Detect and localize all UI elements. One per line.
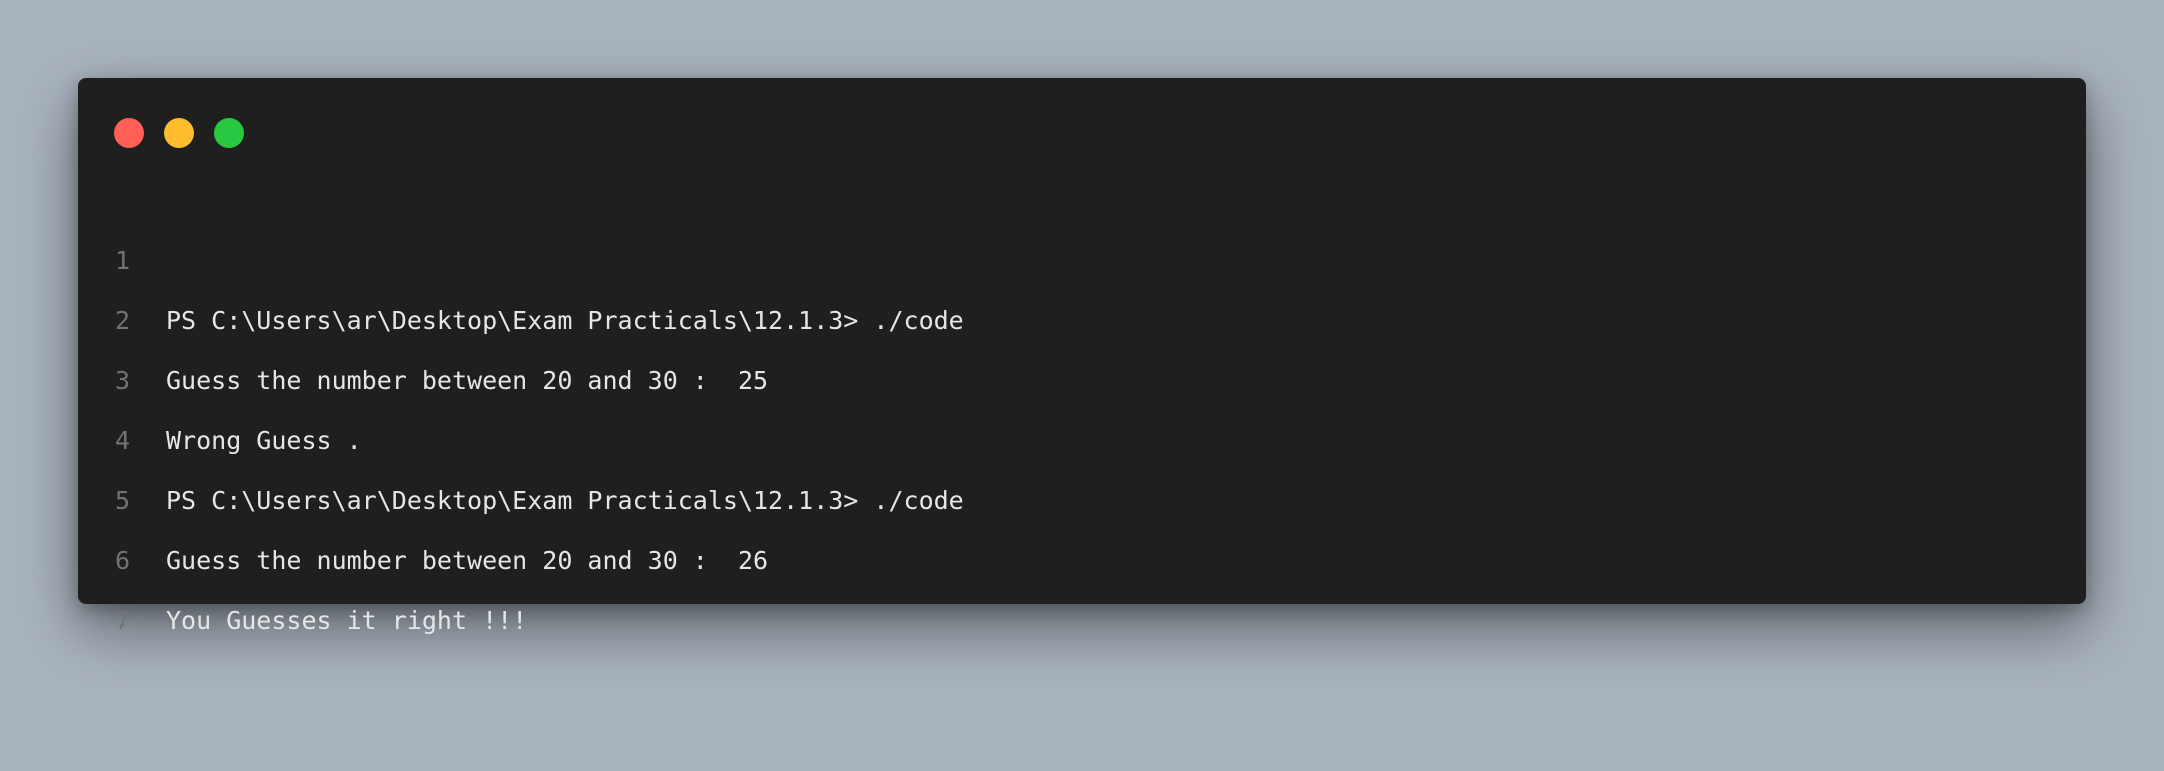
line-number: 7 <box>114 606 130 635</box>
code-line: 6 You Guesses it right !!! <box>78 471 2086 635</box>
code-line: 4 PS C:\Users\ar\Desktop\Exam Practicals… <box>78 351 2086 515</box>
code-line: 7 <box>78 531 2086 635</box>
line-text: You Guesses it right !!! <box>166 606 528 635</box>
code-line: 1 PS C:\Users\ar\Desktop\Exam Practicals… <box>78 171 2086 335</box>
window-controls <box>114 118 244 148</box>
code-line: 5 Guess the number between 20 and 30 : 2… <box>78 411 2086 575</box>
code-line: 3 Wrong Guess . <box>78 291 2086 455</box>
maximize-dot-icon[interactable] <box>214 118 244 148</box>
minimize-dot-icon[interactable] <box>164 118 194 148</box>
code-block: 1 PS C:\Users\ar\Desktop\Exam Practicals… <box>78 171 2086 635</box>
code-window: 1 PS C:\Users\ar\Desktop\Exam Practicals… <box>78 78 2086 635</box>
code-line: 2 Guess the number between 20 and 30 : 2… <box>78 231 2086 395</box>
close-dot-icon[interactable] <box>114 118 144 148</box>
